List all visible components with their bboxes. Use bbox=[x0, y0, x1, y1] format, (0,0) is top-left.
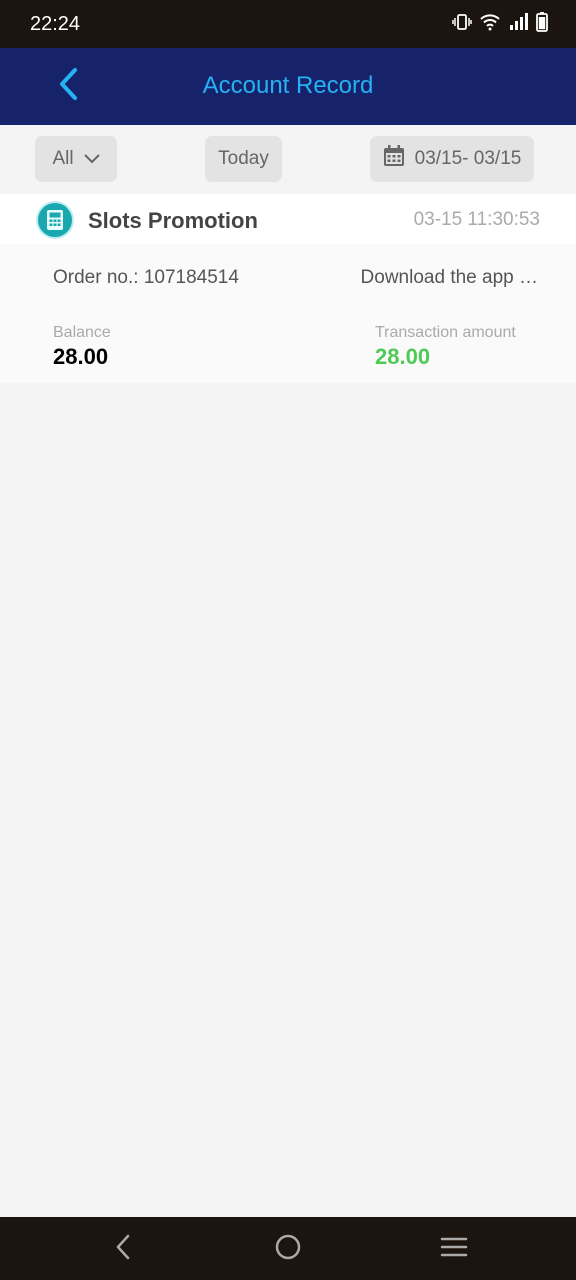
balance-label: Balance bbox=[53, 324, 111, 341]
battery-icon bbox=[536, 12, 548, 32]
record-title: Slots Promotion bbox=[88, 208, 258, 233]
today-label: Today bbox=[218, 148, 269, 169]
order-number: Order no.: 107184514 bbox=[53, 267, 239, 289]
home-icon bbox=[274, 1233, 302, 1266]
filter-bar: All Today 03/15- 03/15 bbox=[0, 125, 576, 193]
balance-value: 28.00 bbox=[53, 344, 109, 369]
status-time: 22:24 bbox=[30, 13, 81, 35]
order-number-label: Order no.: bbox=[53, 267, 144, 288]
menu-icon bbox=[440, 1236, 468, 1263]
app-header: Account Record bbox=[0, 48, 576, 125]
signal-icon bbox=[508, 13, 528, 31]
system-nav-bar bbox=[0, 1217, 576, 1280]
page-title: Account Record bbox=[202, 72, 374, 99]
record-description: Download the app … bbox=[360, 267, 538, 288]
transaction-amount-label: Transaction amount bbox=[375, 324, 516, 341]
status-icons bbox=[452, 12, 548, 32]
date-range-label: 03/15- 03/15 bbox=[414, 148, 522, 169]
nav-home-button[interactable] bbox=[268, 1229, 308, 1269]
status-bar: 22:24 bbox=[0, 0, 576, 48]
record-header[interactable]: Slots Promotion 03-15 11:30:53 bbox=[0, 194, 576, 244]
receipt-icon bbox=[38, 203, 72, 237]
record-timestamp: 03-15 11:30:53 bbox=[413, 209, 540, 230]
record-details: Order no.: 107184514 Download the app … … bbox=[0, 244, 576, 383]
nav-back-button[interactable] bbox=[103, 1229, 143, 1269]
transaction-amount-value: 28.00 bbox=[375, 344, 431, 369]
type-filter-label: All bbox=[52, 148, 74, 169]
wifi-icon bbox=[480, 13, 500, 31]
back-icon bbox=[115, 1234, 131, 1265]
date-range-picker[interactable]: 03/15- 03/15 bbox=[370, 136, 534, 182]
nav-menu-button[interactable] bbox=[434, 1229, 474, 1269]
order-number-value: 107184514 bbox=[143, 267, 239, 288]
chevron-down-icon bbox=[83, 148, 100, 170]
calendar-icon bbox=[383, 145, 405, 173]
type-filter-dropdown[interactable]: All bbox=[35, 136, 117, 182]
vibrate-icon bbox=[452, 13, 472, 31]
today-button[interactable]: Today bbox=[205, 136, 282, 182]
